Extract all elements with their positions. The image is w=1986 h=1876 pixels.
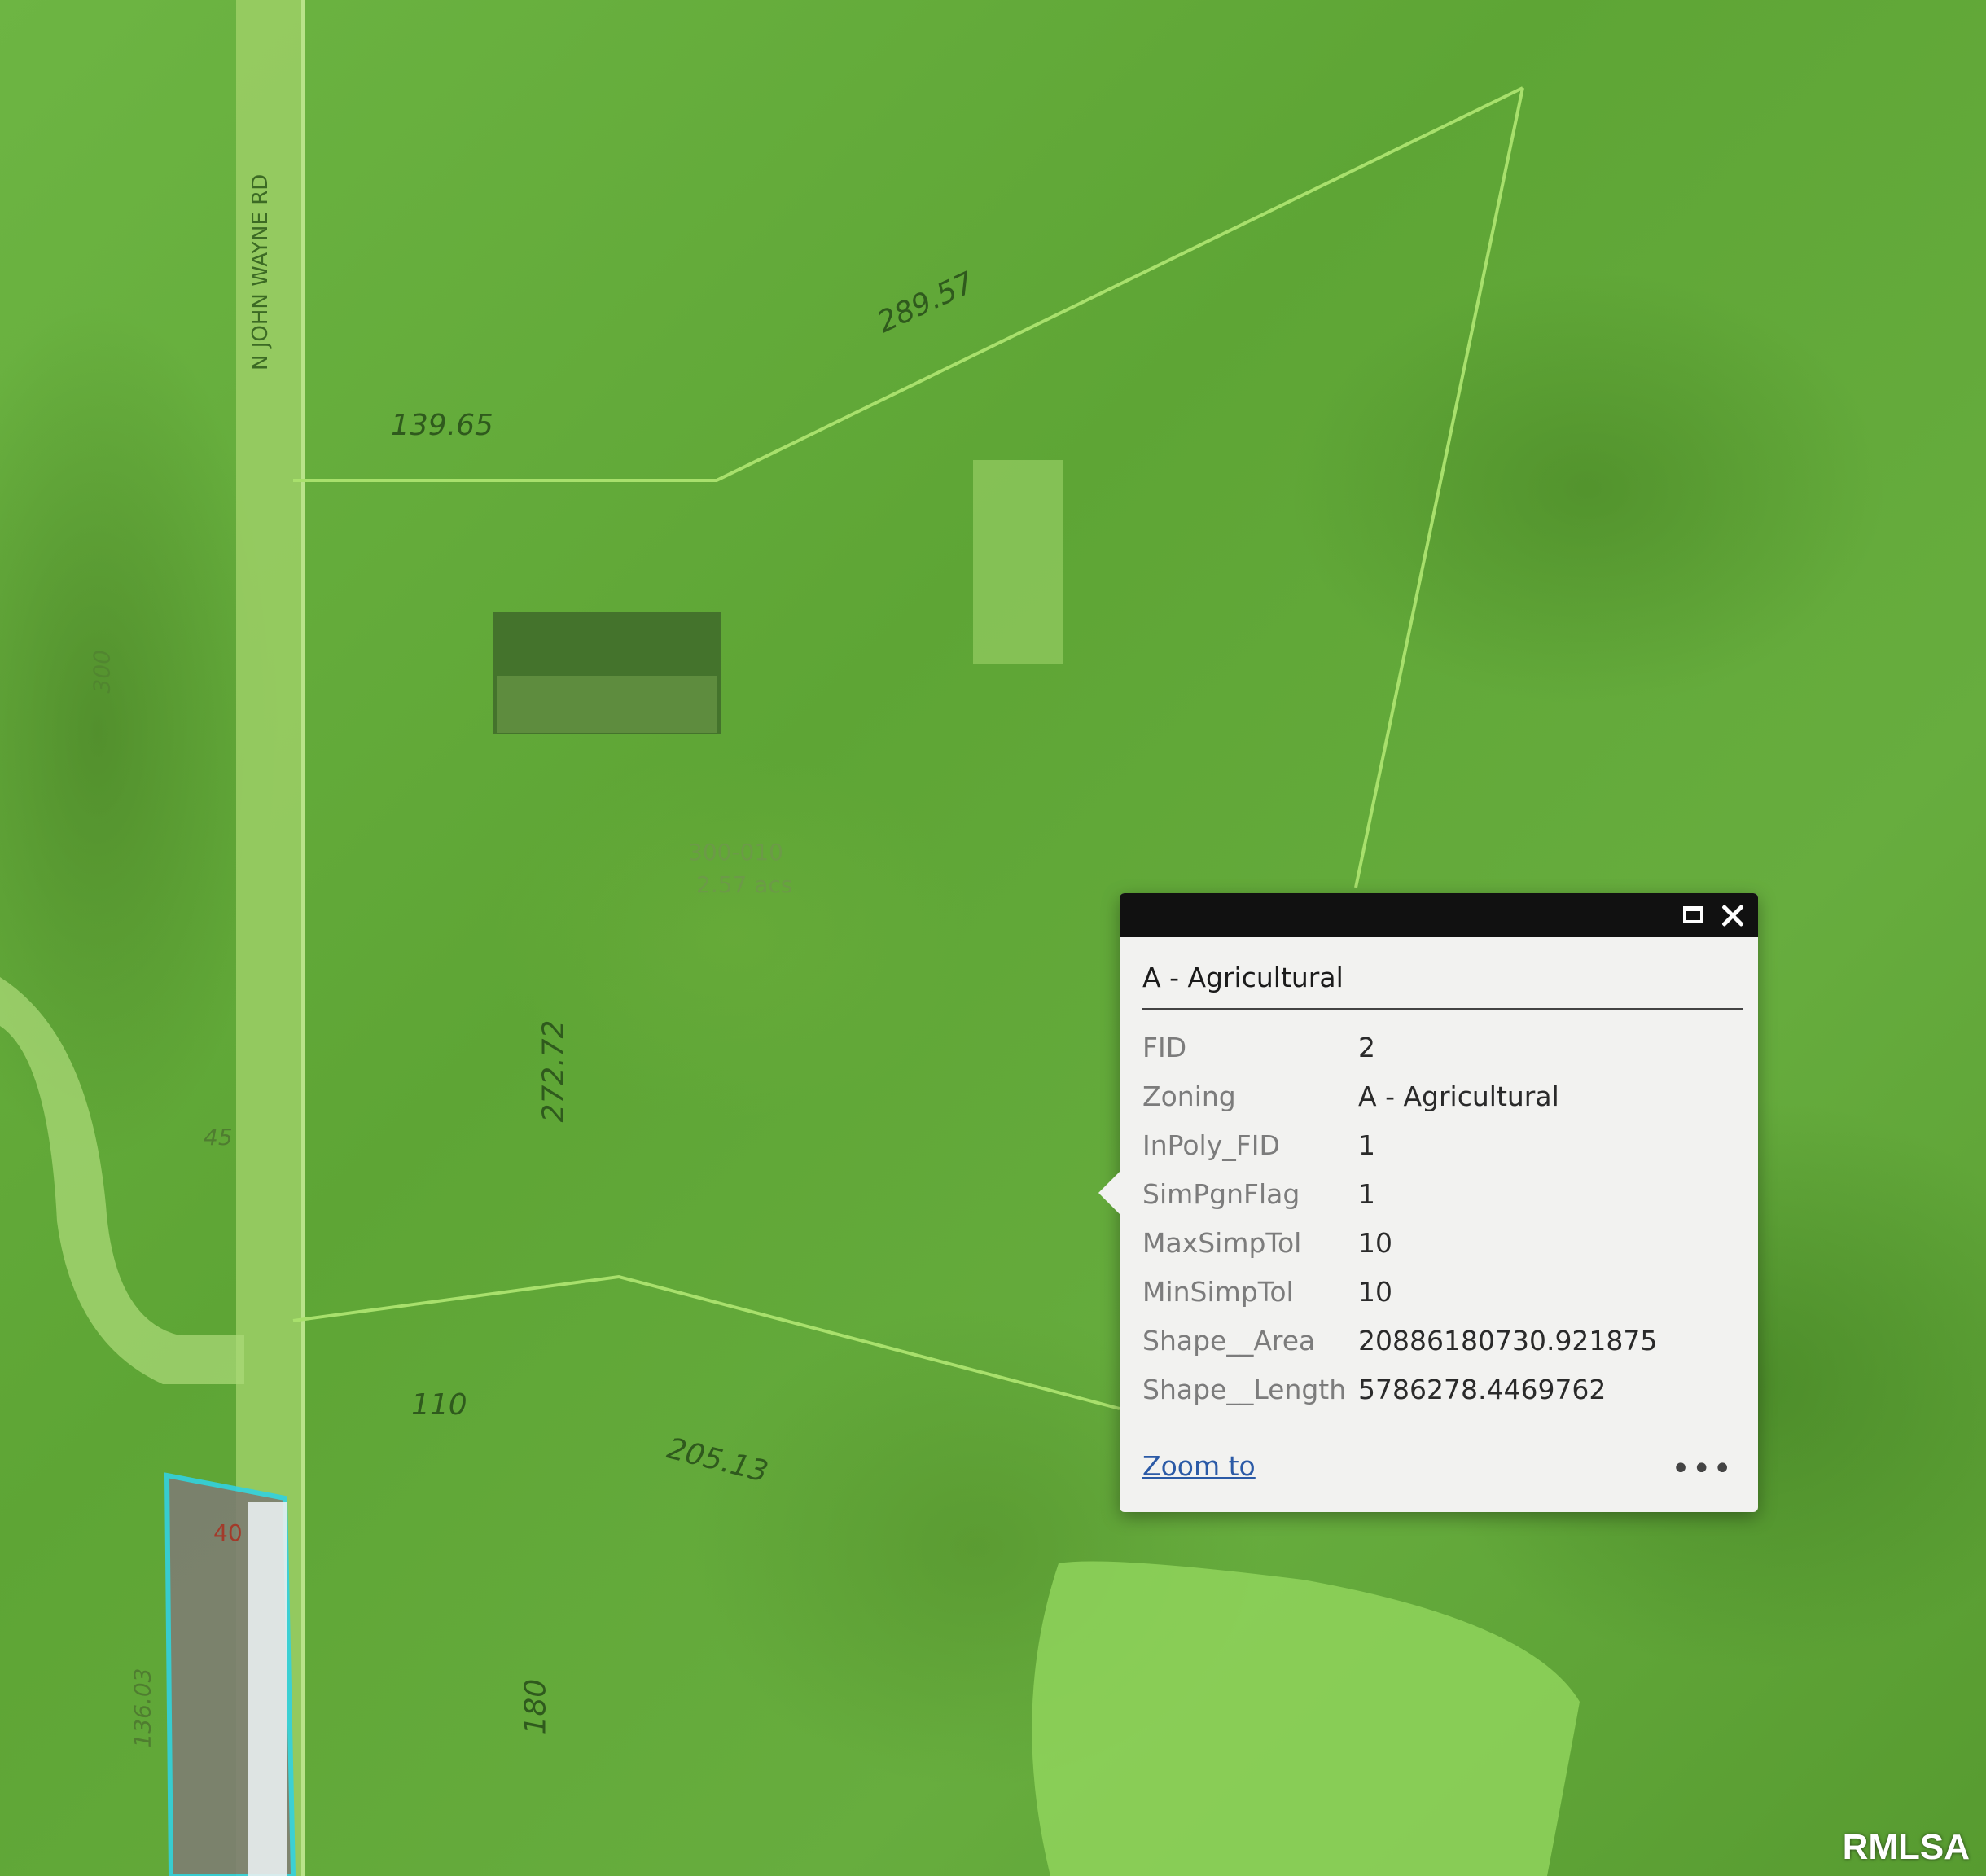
popup-title: A - Agricultural (1142, 962, 1743, 1010)
pond-area (1032, 1561, 1580, 1876)
field-patch (973, 460, 1063, 664)
attribute-name: SimPgnFlag (1142, 1177, 1300, 1210)
dimension-label-300: 300 (88, 650, 116, 694)
dimension-label-139-65: 139.65 (391, 409, 493, 442)
popup-titlebar (1120, 893, 1758, 937)
attribute-value: 1 (1358, 1129, 1375, 1161)
table-row: SimPgnFlag 1 (1142, 1169, 1737, 1218)
attribute-value: 10 (1358, 1226, 1392, 1259)
attribute-value: 1 (1358, 1177, 1375, 1210)
attribute-name: InPoly_FID (1142, 1129, 1280, 1161)
attribute-value: 5786278.4469762 (1358, 1373, 1607, 1405)
table-row: Zoning A - Agricultural (1142, 1072, 1737, 1120)
table-row: FID 2 (1142, 1023, 1737, 1072)
table-row: InPoly_FID 1 (1142, 1120, 1737, 1169)
attribute-table: FID 2 Zoning A - Agricultural InPoly_FID… (1142, 1023, 1737, 1414)
popup-actions: Zoom to ••• (1142, 1450, 1734, 1491)
parcel-id-label: 300-010 (688, 839, 783, 866)
dimension-label-180: 180 (519, 1678, 553, 1735)
road-label: N JOHN WAYNE RD (248, 173, 273, 370)
attribute-name: Shape__Area (1142, 1324, 1316, 1357)
watermark-logo: RMLSA (1842, 1827, 1970, 1867)
attribute-name: Zoning (1142, 1080, 1236, 1112)
attribute-name: MaxSimpTol (1142, 1226, 1302, 1259)
more-options-button[interactable]: ••• (1671, 1450, 1734, 1488)
driveway (0, 977, 244, 1384)
attribute-value: 10 (1358, 1275, 1392, 1308)
table-row: MinSimpTol 10 (1142, 1267, 1737, 1316)
maximize-button[interactable] (1678, 900, 1709, 931)
selected-parcel-strip (248, 1502, 287, 1876)
table-row: Shape__Length 5786278.4469762 (1142, 1365, 1737, 1414)
dimension-label-136-03: 136.03 (129, 1668, 156, 1748)
maximize-icon (1683, 906, 1703, 923)
dimension-label-45: 45 (204, 1124, 233, 1151)
dimension-label-272-72: 272.72 (537, 1019, 571, 1123)
attribute-name: FID (1142, 1031, 1187, 1063)
building-roof-light (497, 676, 717, 733)
attribute-value: 20886180730.921875 (1358, 1324, 1658, 1357)
dimension-label-110: 110 (411, 1388, 467, 1422)
table-row: MaxSimpTol 10 (1142, 1218, 1737, 1267)
attribute-name: MinSimpTol (1142, 1275, 1294, 1308)
table-row: Shape__Area 20886180730.921875 (1142, 1316, 1737, 1365)
attribute-name: Shape__Length (1142, 1373, 1347, 1405)
close-button[interactable] (1717, 900, 1748, 931)
popup-pointer (1098, 1170, 1121, 1216)
dimension-label-40: 40 (213, 1519, 243, 1546)
parcel-area-label: 2.57 acs (696, 871, 793, 898)
feature-popup: A - Agricultural FID 2 Zoning A - Agricu… (1098, 893, 1758, 1512)
attribute-value: 2 (1358, 1031, 1375, 1063)
zoom-to-link[interactable]: Zoom to (1142, 1450, 1256, 1482)
attribute-value: A - Agricultural (1358, 1080, 1559, 1112)
